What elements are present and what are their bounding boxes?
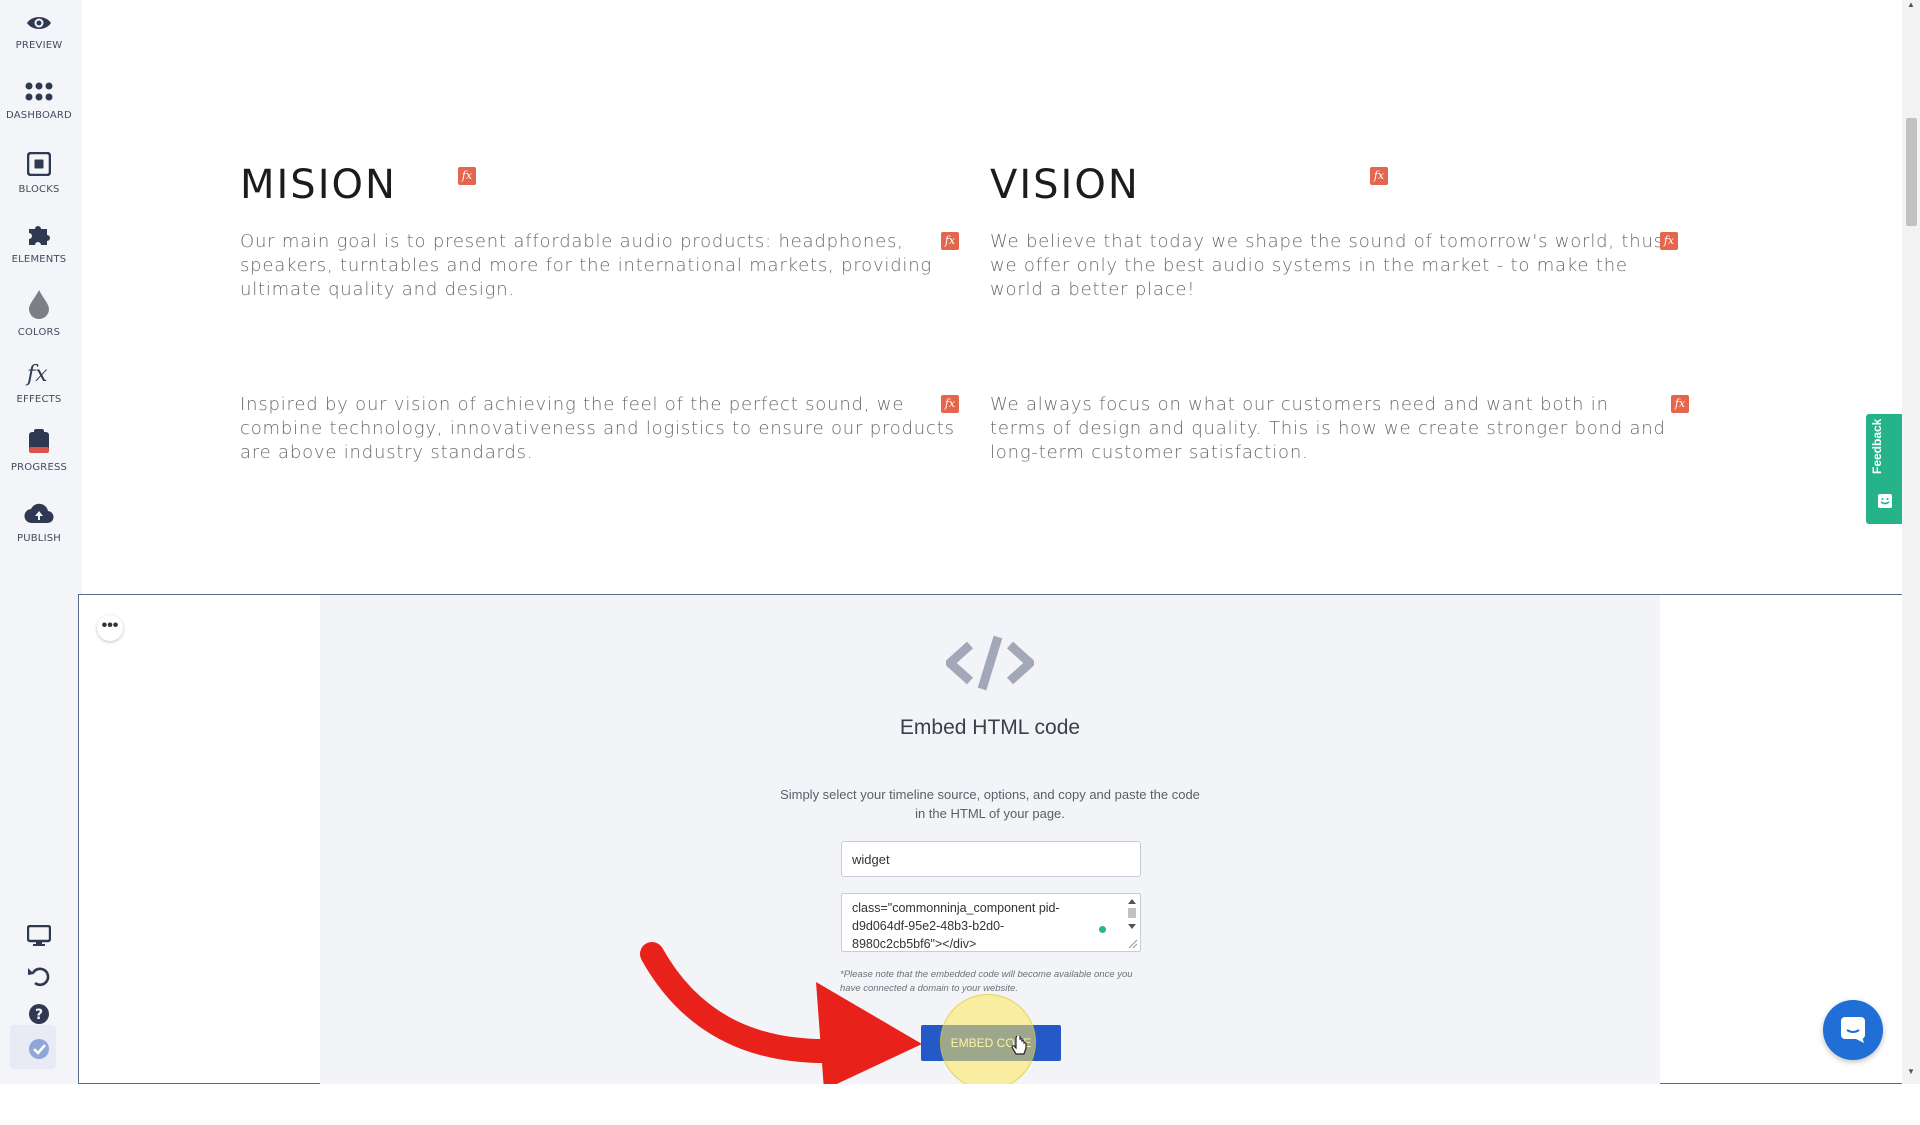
embed-title: Embed HTML code: [899, 716, 1081, 739]
monitor-icon: [27, 925, 51, 946]
account-status-button[interactable]: [0, 1038, 78, 1060]
sidebar-item-label: BLOCKS: [18, 184, 60, 195]
blocks-icon: [27, 152, 51, 176]
sidebar-item-publish[interactable]: PUBLISH: [0, 503, 78, 544]
scrollbar-thumb[interactable]: [1906, 118, 1917, 226]
device-preview-button[interactable]: [0, 925, 78, 947]
fx-effect-button[interactable]: fx: [941, 232, 959, 250]
scroll-up-arrow[interactable]: ▲: [1905, 0, 1917, 10]
fx-effect-button[interactable]: fx: [458, 167, 476, 185]
cloud-upload-icon: [24, 503, 54, 524]
code-icon: [946, 635, 1034, 691]
vision-paragraph: We believe that today we shape the sound…: [990, 231, 1664, 300]
mission-paragraph: Inspired by our vision of achieving the …: [240, 394, 955, 463]
sidebar-item-label: PREVIEW: [15, 40, 63, 51]
help-icon: ?: [29, 1004, 49, 1024]
sidebar-item-blocks[interactable]: BLOCKS: [0, 152, 78, 195]
feedback-label: Feedback: [1870, 418, 1884, 474]
textarea-scrollbar[interactable]: [1126, 896, 1138, 949]
svg-text:fx: fx: [25, 362, 48, 386]
fx-effect-button[interactable]: fx: [1660, 232, 1678, 250]
eye-icon: [27, 17, 51, 29]
sidebar-item-label: EFFECTS: [16, 394, 62, 405]
mission-paragraph: Our main goal is to present affordable a…: [240, 231, 933, 300]
sidebar-item-dashboard[interactable]: DASHBOARD: [0, 82, 78, 121]
fx-icon: fx: [25, 362, 48, 386]
block-options-button[interactable]: •••: [97, 615, 123, 641]
undo-button[interactable]: [0, 965, 78, 987]
undo-icon: [28, 967, 50, 987]
embed-code-button[interactable]: EMBED CODE: [921, 1025, 1061, 1061]
svg-text:?: ?: [35, 1007, 43, 1023]
grid-dots-icon: [25, 82, 53, 101]
widget-name-input[interactable]: [841, 841, 1141, 877]
chat-launcher-button[interactable]: [1823, 1000, 1883, 1060]
pointer-cursor-icon: [1011, 1036, 1027, 1055]
vision-title: VISION: [990, 162, 1140, 208]
page: PREVIEW DASHBOARD BLOCKS ELEMENTS COLORS…: [0, 0, 1920, 1125]
status-dot: [1099, 926, 1106, 933]
sidebar-item-label: PROGRESS: [10, 462, 68, 473]
help-button[interactable]: ?: [0, 1003, 78, 1025]
drop-icon: [29, 290, 49, 319]
mission-title: MISION: [240, 162, 397, 208]
feedback-icon: [1878, 494, 1892, 508]
fx-effect-button[interactable]: fx: [941, 395, 959, 413]
sidebar-item-label: PUBLISH: [17, 533, 61, 544]
sidebar-item-colors[interactable]: COLORS: [0, 289, 78, 338]
left-toolbar: PREVIEW DASHBOARD BLOCKS ELEMENTS COLORS…: [0, 0, 82, 1125]
feedback-tab[interactable]: Feedback: [1866, 414, 1904, 524]
check-badge-icon: [29, 1039, 49, 1059]
sidebar-item-preview[interactable]: PREVIEW: [0, 14, 78, 51]
sidebar-item-label: ELEMENTS: [11, 254, 67, 265]
sidebar-item-elements[interactable]: ELEMENTS: [0, 222, 78, 265]
embed-description: Simply select your timeline source, opti…: [780, 787, 1200, 821]
sidebar-item-label: COLORS: [17, 327, 61, 338]
scroll-down-arrow[interactable]: ▼: [1905, 1067, 1917, 1077]
puzzle-icon: [29, 226, 50, 245]
annotation-arrow: [640, 942, 922, 1090]
sidebar-item-label: DASHBOARD: [6, 110, 72, 121]
clipboard-icon: [29, 429, 49, 453]
chat-icon: [1841, 1017, 1865, 1043]
fx-effect-button[interactable]: fx: [1671, 395, 1689, 413]
sidebar-item-progress[interactable]: PROGRESS: [0, 428, 78, 473]
vision-paragraph: We always focus on what our customers ne…: [990, 394, 1666, 463]
sidebar-item-effects[interactable]: fx EFFECTS: [0, 362, 78, 405]
viewport-edge: [0, 1084, 1920, 1125]
fx-effect-button[interactable]: fx: [1370, 167, 1388, 185]
